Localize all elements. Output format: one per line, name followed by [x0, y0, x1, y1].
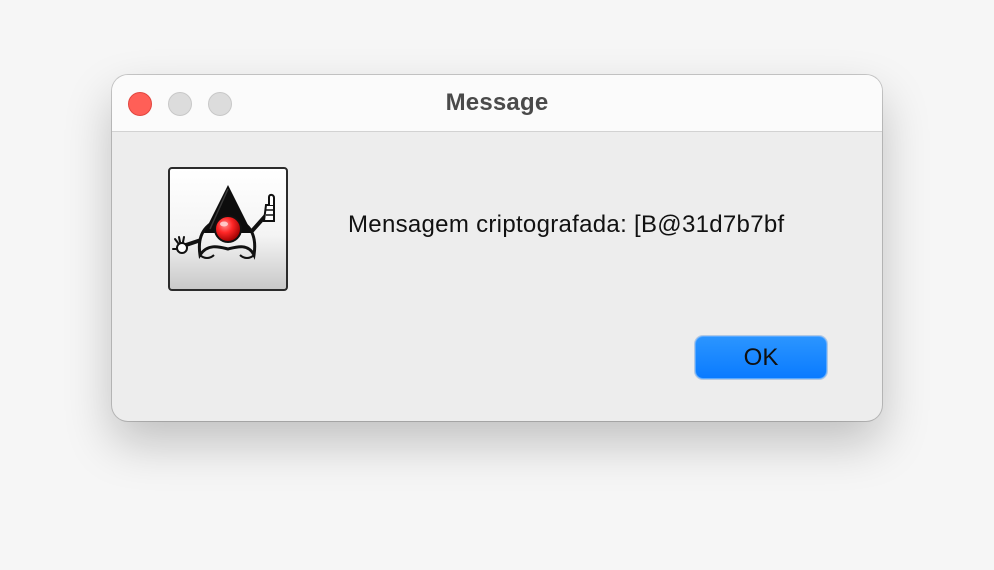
java-duke-icon	[168, 167, 288, 291]
message-text: Mensagem criptografada: [B@31d7b7bf	[348, 211, 785, 238]
desktop-background: Message Mensagem criptografada: [B@31d7b…	[0, 0, 994, 570]
message-dialog: Message Mensagem criptografada: [B@31d7b…	[112, 75, 882, 421]
ok-button[interactable]: OK	[695, 336, 827, 379]
window-title: Message	[445, 89, 549, 116]
title-bar: Message	[112, 75, 882, 132]
